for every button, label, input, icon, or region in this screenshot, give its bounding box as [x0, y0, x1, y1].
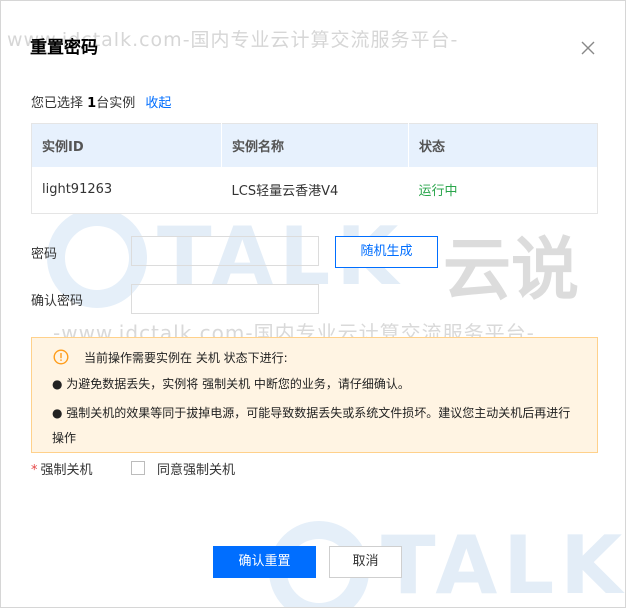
confirm-reset-button[interactable]: 确认重置 — [213, 546, 316, 578]
selection-prefix: 您已选择 — [31, 96, 84, 111]
agree-force-shutdown-label[interactable]: 同意强制关机 — [157, 459, 235, 478]
warning-bullet-2: ● 强制关机的效果等同于拔掉电源，可能导致数据丢失或系统文件损坏。建议您主动关机… — [52, 406, 571, 445]
selection-summary: 您已选择 1台实例 收起 — [31, 92, 171, 111]
reset-password-dialog: www.idctalk.com-国内专业云计算交流服务平台- TALK 云说 -… — [0, 0, 626, 608]
force-shutdown-label: * 强制关机 — [31, 459, 93, 478]
password-input[interactable] — [131, 236, 319, 266]
instance-table: 实例ID 实例名称 状态 light91263 LCS轻量云香港V4 运行中 — [31, 123, 598, 214]
collapse-link[interactable]: 收起 — [145, 96, 171, 111]
watermark-logo-cn: 云说 — [443, 231, 580, 310]
password-label: 密码 — [31, 247, 58, 262]
table-row: light91263 LCS轻量云香港V4 运行中 — [31, 166, 598, 214]
agree-force-shutdown-checkbox[interactable] — [131, 461, 145, 475]
column-header-instance-id: 实例ID — [31, 123, 222, 167]
required-mark: * — [31, 463, 38, 478]
force-shutdown-label-text: 强制关机 — [40, 463, 93, 478]
cell-status: 运行中 — [408, 166, 598, 214]
column-header-status: 状态 — [408, 123, 598, 167]
table-header-row: 实例ID 实例名称 状态 — [31, 123, 598, 167]
warning-box: 当前操作需要实例在 关机 状态下进行: ● 为避免数据丢失，实例将 强制关机 中… — [31, 337, 598, 453]
warning-bullet-1: ● 为避免数据丢失，实例将 强制关机 中断您的业务，请仔细确认。 — [52, 377, 410, 391]
cell-instance-id: light91263 — [31, 166, 222, 214]
warning-circle-icon — [53, 349, 69, 365]
watermark-logo-latin-bottom: TALK — [381, 519, 626, 608]
cancel-button[interactable]: 取消 — [329, 546, 402, 578]
cell-instance-name: LCS轻量云香港V4 — [221, 166, 409, 214]
column-header-instance-name: 实例名称 — [221, 123, 409, 167]
selection-suffix: 台实例 — [96, 96, 136, 111]
close-icon[interactable] — [579, 39, 597, 57]
watermark-logo-bottom: TALK — [269, 513, 626, 608]
selection-count: 1 — [87, 96, 97, 111]
dialog-title: 重置密码 — [30, 38, 98, 58]
random-generate-button[interactable]: 随机生成 — [335, 236, 438, 268]
warning-heading: 当前操作需要实例在 关机 状态下进行: — [84, 351, 288, 365]
confirm-password-input[interactable] — [131, 284, 319, 314]
confirm-password-label: 确认密码 — [31, 294, 84, 309]
